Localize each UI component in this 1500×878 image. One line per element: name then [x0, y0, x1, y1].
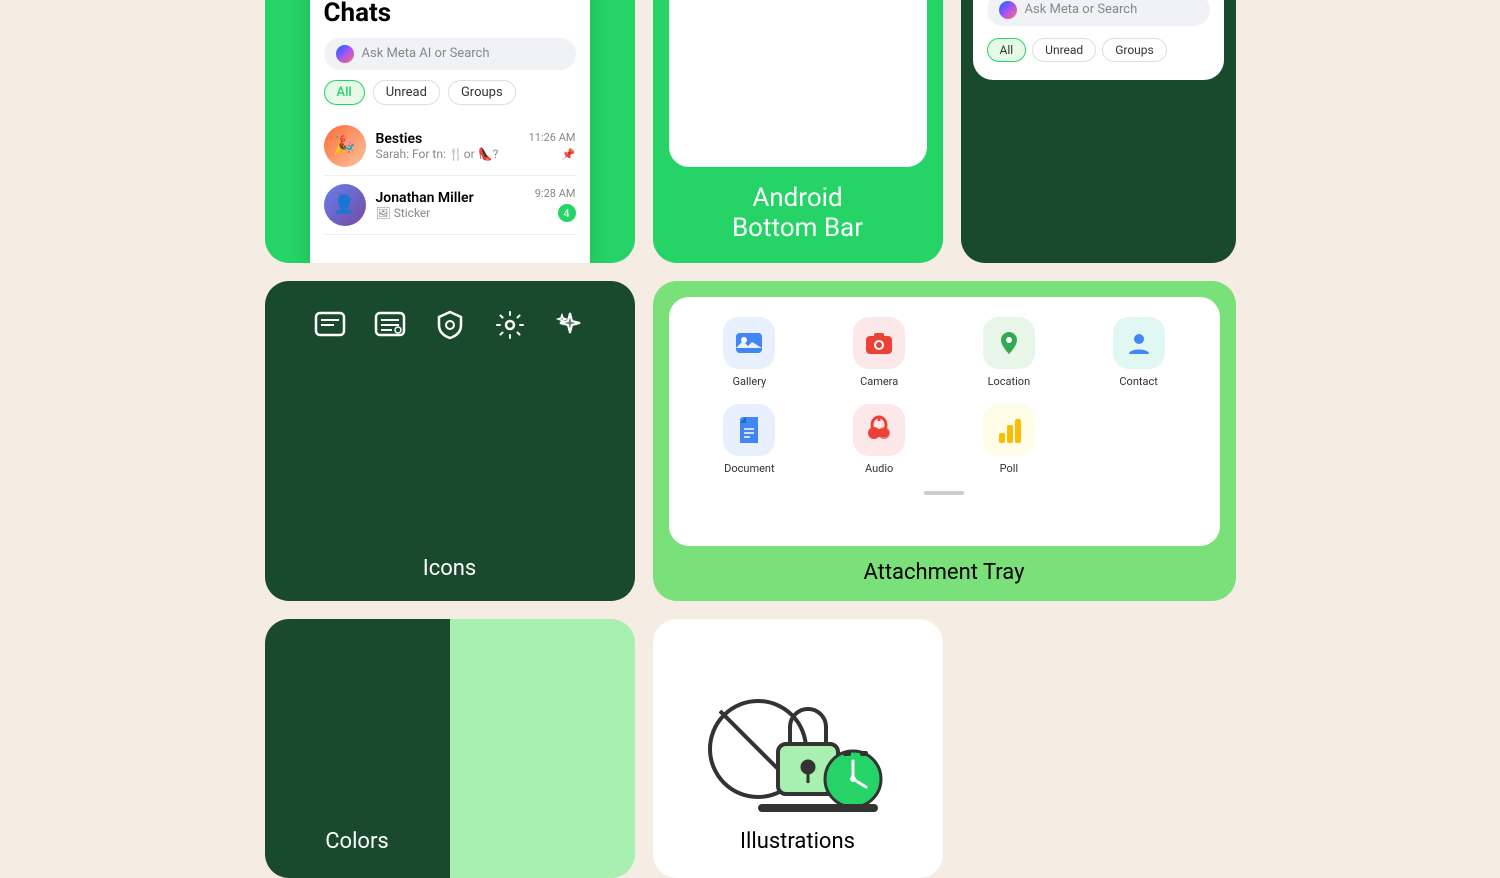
icons-row [314, 309, 586, 349]
icons-card-label: Icons [423, 556, 477, 581]
attachment-tray-label: Attachment Tray [863, 546, 1024, 601]
besties-time: 11:26 AM [529, 131, 576, 144]
location-label: Location [988, 375, 1031, 388]
chat-item-jonathan[interactable]: 👤 Jonathan Miller 🖼 Sticker 9:28 AM 4 [324, 176, 576, 235]
filter-pill-groups[interactable]: Groups [1102, 38, 1167, 62]
android-top-area: 👤 Steven Thompson ✓ Hey! How are you? 🎥 … [669, 0, 927, 167]
icons-card: Icons [265, 281, 635, 601]
jonathan-info: Jonathan Miller 🖼 Sticker [376, 190, 525, 220]
camera-icon-wrap [853, 317, 905, 369]
search-placeholder: Ask Meta AI or Search [362, 46, 490, 61]
android-card-label: AndroidBottom Bar [653, 167, 943, 263]
android-nav-updates[interactable]: 🔄 Updates [741, 0, 778, 7]
filter-pill-unread[interactable]: Unread [1032, 38, 1096, 62]
communities-nav-label: Communities [796, 0, 855, 7]
camera-label: Camera [860, 375, 898, 388]
besties-preview: Sarah: For tn: 🍴or 👠? [376, 147, 519, 161]
jonathan-badge: 4 [558, 204, 576, 222]
contact-label: Contact [1119, 375, 1157, 388]
filter-unread[interactable]: Unread [373, 80, 440, 105]
attachment-audio[interactable]: Audio [822, 404, 936, 475]
filter-pill-all[interactable]: All [987, 38, 1027, 62]
android-bottom-bar-card: 👤 Steven Thompson ✓ Hey! How are you? 🎥 … [653, 0, 943, 263]
gallery-label: Gallery [733, 375, 767, 388]
filters-search-text: Ask Meta or Search [1025, 2, 1138, 17]
attachment-poll[interactable]: Poll [952, 404, 1066, 475]
ios-phone-mockup: ··· 📷 + Chats Ask Meta AI or Search All … [310, 0, 590, 263]
filters-search-bar[interactable]: Ask Meta or Search [987, 0, 1210, 26]
attachment-location[interactable]: Location [952, 317, 1066, 388]
colors-label: Colors [325, 829, 389, 854]
android-nav-calls[interactable]: 📞 Calls [873, 0, 898, 7]
filters-phone-mockup: WhatsApp 📷 ⋮ Ask Meta or Search All Unre… [973, 0, 1224, 80]
shield-icon [434, 309, 466, 349]
sparkle-icon [554, 309, 586, 349]
android-nav-bar: 💬 Chats 🔄 Updates 👥 Communities 📞 Calls [681, 0, 915, 17]
attachment-phone-mockup: Gallery Camera Location [669, 297, 1220, 546]
attachment-top-row: Gallery Camera Location [693, 317, 1196, 475]
poll-label: Poll [1000, 462, 1019, 475]
chat-item-besties[interactable]: 🎉 Besties Sarah: For tn: 🍴or 👠? 11:26 AM… [324, 117, 576, 176]
bottom-handle [924, 491, 964, 495]
colors-card: Colors [265, 619, 635, 878]
audio-label: Audio [865, 462, 893, 475]
chats-title: Chats [324, 0, 576, 28]
ios-search-bar[interactable]: Ask Meta AI or Search [324, 38, 576, 70]
color-dark-half: Colors [265, 619, 450, 878]
jonathan-meta: 9:28 AM 4 [535, 187, 576, 222]
android-nav-communities[interactable]: 👥 Communities [796, 0, 855, 7]
filters-pills: All Unread Groups [987, 38, 1210, 62]
main-grid: iOS Top Bar ··· 📷 + Chats Ask Meta AI or… [265, 0, 1236, 878]
pin-icon: 📌 [562, 148, 576, 161]
attachment-document[interactable]: Document [693, 404, 807, 475]
attachment-camera[interactable]: Camera [822, 317, 936, 388]
besties-avatar: 🎉 [324, 125, 366, 167]
document-icon-wrap [723, 404, 775, 456]
settings-icon [494, 309, 526, 349]
audio-icon-wrap [853, 404, 905, 456]
lock-illustration [698, 649, 898, 829]
attachment-gallery[interactable]: Gallery [693, 317, 807, 388]
besties-meta: 11:26 AM 📌 [529, 131, 576, 161]
besties-info: Besties Sarah: For tn: 🍴or 👠? [376, 131, 519, 161]
calls-nav-label: Calls [874, 0, 896, 7]
jonathan-name: Jonathan Miller [376, 190, 525, 206]
illustrations-card: Illustrations [653, 619, 943, 878]
document-label: Document [724, 462, 774, 475]
contact-icon-wrap [1113, 317, 1165, 369]
location-icon-wrap [983, 317, 1035, 369]
chat-icon [314, 309, 346, 349]
list-icon [374, 309, 406, 349]
chats-nav-label: Chats [697, 0, 723, 7]
jonathan-avatar: 👤 [324, 184, 366, 226]
filter-all[interactable]: All [324, 80, 365, 105]
jonathan-preview: 🖼 Sticker [376, 206, 525, 220]
color-light-half [450, 619, 635, 878]
filter-groups[interactable]: Groups [448, 80, 516, 105]
attachment-tray-card: Gallery Camera Location [653, 281, 1236, 601]
attachment-contact[interactable]: Contact [1082, 317, 1196, 388]
meta-ai-icon [336, 45, 354, 63]
updates-nav-label: Updates [741, 0, 778, 7]
illustrations-label: Illustrations [740, 829, 855, 854]
ios-top-bar-card: iOS Top Bar ··· 📷 + Chats Ask Meta AI or… [265, 0, 635, 263]
besties-name: Besties [376, 131, 519, 147]
poll-icon-wrap [983, 404, 1035, 456]
jonathan-time: 9:28 AM [535, 187, 576, 200]
android-nav-chats[interactable]: 💬 Chats [697, 0, 723, 7]
illustration-image-area [698, 649, 898, 829]
chat-filters-card: Chat Filters WhatsApp 📷 ⋮ Ask Meta or Se… [961, 0, 1236, 263]
meta-circle-icon [999, 1, 1017, 19]
filter-pills: All Unread Groups [324, 80, 576, 105]
gallery-icon-wrap [723, 317, 775, 369]
